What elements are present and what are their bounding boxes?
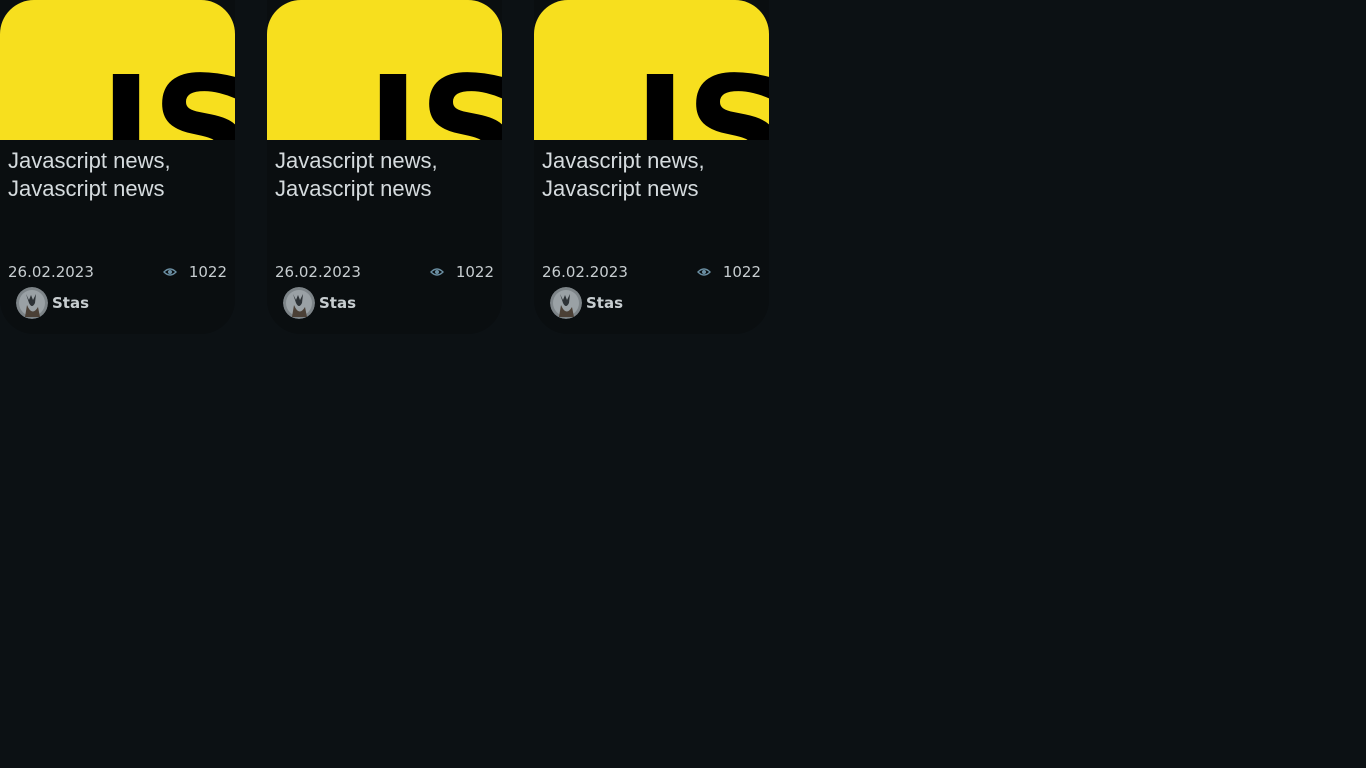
card-meta: 26.02.2023 1022 [275, 262, 494, 282]
eye-icon [696, 268, 711, 276]
author-name: Stas [52, 294, 90, 312]
avatar [550, 287, 582, 319]
card-author[interactable]: Stas [16, 287, 89, 319]
card-cover-image: JS [0, 0, 235, 140]
views-count: 1022 [455, 263, 494, 281]
avatar [16, 287, 48, 319]
card-views: 1022 [696, 263, 761, 281]
card-views: 1022 [162, 263, 227, 281]
svg-text:JS: JS [626, 47, 769, 140]
card-title[interactable]: Javascript news, Javascript news [542, 147, 762, 203]
card-date: 26.02.2023 [8, 263, 94, 281]
card-title[interactable]: Javascript news, Javascript news [8, 147, 228, 203]
news-card[interactable]: JS Javascript news, Javascript news 26.0… [534, 0, 769, 334]
avatar [283, 287, 315, 319]
author-name: Stas [586, 294, 624, 312]
card-author[interactable]: Stas [283, 287, 356, 319]
card-cover-image: JS [534, 0, 769, 140]
eye-icon [429, 268, 444, 276]
eye-icon [162, 268, 177, 276]
svg-text:JS: JS [92, 47, 235, 140]
card-date: 26.02.2023 [275, 263, 361, 281]
javascript-logo: JS [359, 47, 502, 140]
views-count: 1022 [722, 263, 761, 281]
news-card-grid: JS Javascript news, Javascript news 26.0… [0, 0, 769, 334]
card-cover-image: JS [267, 0, 502, 140]
news-card[interactable]: JS Javascript news, Javascript news 26.0… [0, 0, 235, 334]
javascript-logo: JS [626, 47, 769, 140]
svg-text:JS: JS [359, 47, 502, 140]
card-views: 1022 [429, 263, 494, 281]
card-date: 26.02.2023 [542, 263, 628, 281]
card-meta: 26.02.2023 1022 [542, 262, 761, 282]
views-count: 1022 [188, 263, 227, 281]
javascript-logo: JS [92, 47, 235, 140]
news-card[interactable]: JS Javascript news, Javascript news 26.0… [267, 0, 502, 334]
author-name: Stas [319, 294, 357, 312]
card-title[interactable]: Javascript news, Javascript news [275, 147, 495, 203]
card-meta: 26.02.2023 1022 [8, 262, 227, 282]
card-author[interactable]: Stas [550, 287, 623, 319]
